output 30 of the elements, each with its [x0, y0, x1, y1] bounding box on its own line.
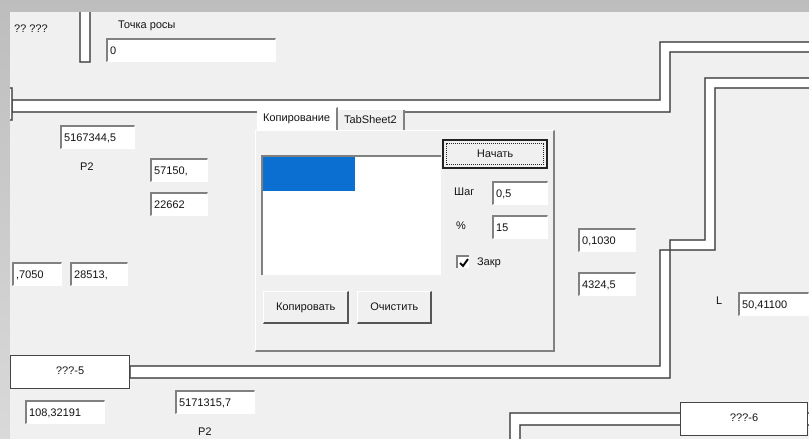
tab[interactable]: TabSheet2 [338, 110, 405, 130]
percent-label: % [456, 219, 466, 233]
checkbox[interactable] [456, 255, 469, 268]
input-field[interactable]: 4324,5 [578, 272, 636, 296]
action-button[interactable]: Очистить [357, 291, 432, 324]
field-label: Точка росы [118, 18, 176, 32]
field-label: L [716, 294, 722, 308]
input-field[interactable]: 50,41100 [738, 292, 809, 316]
start-button[interactable]: Начать [442, 139, 548, 169]
input-field[interactable]: 108,32191 [25, 400, 105, 424]
field-label: P2 [80, 160, 94, 174]
input-field[interactable]: 0,1030 [578, 228, 636, 252]
tab[interactable]: Копирование [257, 107, 338, 130]
node-box: ???-6 [680, 402, 808, 436]
step-label: Шаг [454, 185, 474, 199]
node-box: ???-5 [10, 355, 130, 389]
step-field[interactable]: 0,5 [492, 181, 548, 205]
field-label: P2 [198, 425, 212, 439]
action-button[interactable]: Копировать [263, 291, 350, 324]
input-field[interactable]: ,7050 [12, 262, 62, 286]
input-field[interactable]: 0 [106, 38, 276, 62]
percent-field[interactable]: 15 [492, 215, 548, 239]
list-box[interactable] [261, 155, 441, 275]
input-field[interactable]: 57150, [150, 158, 208, 182]
checkbox-label: Закр [477, 256, 501, 268]
field-label: ?? ??? [14, 22, 48, 36]
input-field[interactable]: 28513, [70, 262, 128, 286]
input-field[interactable]: 22662 [150, 192, 208, 216]
input-field[interactable]: 5171315,7 [175, 390, 255, 414]
input-field[interactable]: 5167344,5 [60, 125, 135, 149]
